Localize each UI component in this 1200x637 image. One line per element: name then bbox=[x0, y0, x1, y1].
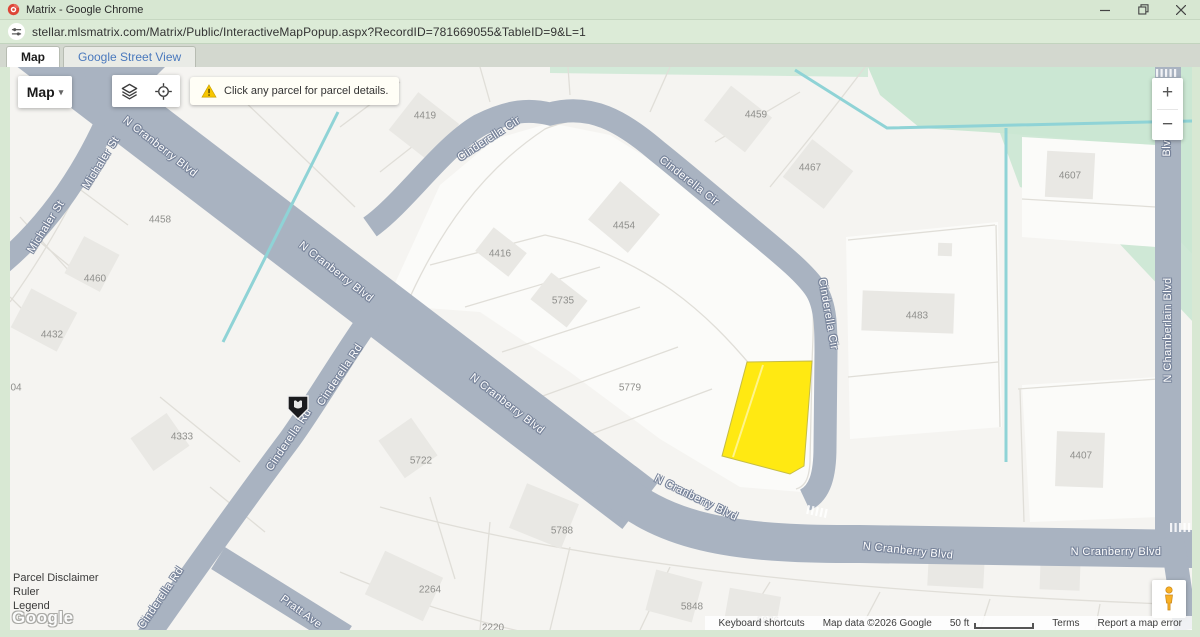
window-title: Matrix - Google Chrome bbox=[26, 4, 143, 16]
locate-icon[interactable] bbox=[150, 78, 176, 104]
zoom-control: + − bbox=[1152, 78, 1183, 140]
site-info-icon[interactable] bbox=[8, 23, 25, 40]
map-canvas[interactable] bbox=[10, 67, 1192, 630]
chrome-logo-icon bbox=[7, 3, 20, 16]
scale-bar bbox=[974, 623, 1034, 629]
parcel-disclaimer-link[interactable]: Parcel Disclaimer bbox=[13, 572, 99, 586]
url-bar: stellar.mlsmatrix.com/Matrix/Public/Inte… bbox=[0, 20, 1200, 44]
google-logo[interactable]: Google bbox=[12, 608, 74, 628]
keyboard-shortcuts-button[interactable]: Keyboard shortcuts bbox=[719, 618, 805, 629]
tab-google-street-view-label: Google Street View bbox=[78, 50, 181, 64]
scale-label: 50 ft bbox=[950, 618, 969, 629]
url-text[interactable]: stellar.mlsmatrix.com/Matrix/Public/Inte… bbox=[32, 25, 586, 39]
tab-map[interactable]: Map bbox=[6, 46, 60, 67]
layers-icon[interactable] bbox=[116, 78, 142, 104]
map-type-button[interactable]: Map ▾ bbox=[18, 76, 72, 108]
pegman-control[interactable] bbox=[1152, 580, 1186, 618]
ruler-link[interactable]: Ruler bbox=[13, 586, 99, 600]
map-tool-panel bbox=[112, 75, 180, 107]
tab-google-street-view[interactable]: Google Street View bbox=[63, 46, 196, 67]
terms-link[interactable]: Terms bbox=[1052, 618, 1079, 629]
minimize-icon[interactable] bbox=[1086, 0, 1124, 19]
close-icon[interactable] bbox=[1162, 0, 1200, 19]
window-controls bbox=[1086, 0, 1200, 19]
zoom-out-icon[interactable]: − bbox=[1152, 110, 1183, 141]
parcel-marker-icon[interactable] bbox=[286, 394, 310, 421]
parcel-warning-banner: Click any parcel for parcel details. bbox=[190, 77, 399, 105]
tab-map-label: Map bbox=[21, 50, 45, 64]
map-viewport: Map ▾ bbox=[10, 67, 1192, 630]
scale-control[interactable]: 50 ft bbox=[950, 618, 1034, 629]
warning-triangle-icon bbox=[201, 84, 217, 98]
parcel-warning-text: Click any parcel for parcel details. bbox=[224, 85, 388, 97]
report-map-error-link[interactable]: Report a map error bbox=[1098, 618, 1182, 629]
attribution-bar: Keyboard shortcuts Map data ©2026 Google… bbox=[705, 616, 1192, 630]
map-type-label: Map bbox=[27, 84, 55, 100]
zoom-in-icon[interactable]: + bbox=[1152, 78, 1183, 109]
title-bar: Matrix - Google Chrome bbox=[0, 0, 1200, 20]
pegman-icon bbox=[1161, 586, 1177, 612]
map-data-text: Map data ©2026 Google bbox=[823, 618, 932, 629]
tab-strip: Map Google Street View bbox=[0, 44, 1200, 67]
chevron-down-icon: ▾ bbox=[59, 87, 64, 98]
restore-icon[interactable] bbox=[1124, 0, 1162, 19]
browser-window: Matrix - Google Chrome stellar.mlsmatrix… bbox=[0, 0, 1200, 637]
